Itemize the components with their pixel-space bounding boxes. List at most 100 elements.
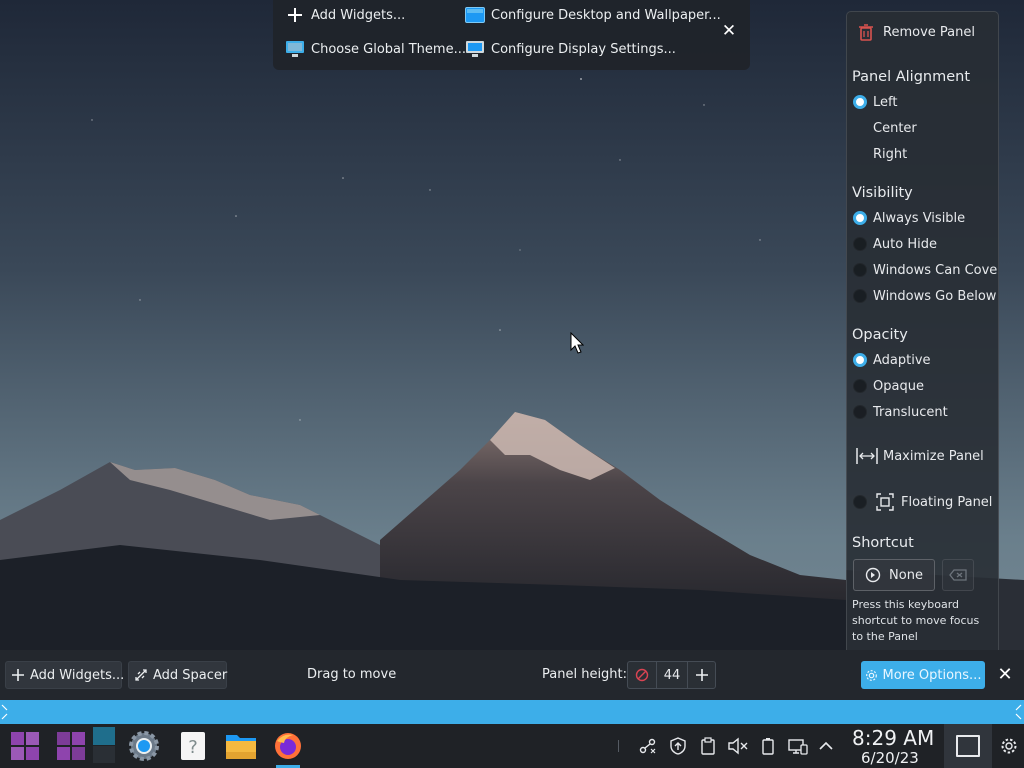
radio-indicator [853,237,867,251]
remove-panel-label: Remove Panel [883,24,975,40]
plus-icon [695,669,708,681]
battery-icon[interactable] [758,736,778,756]
clock-date[interactable]: 6/20/23 [861,749,919,767]
floating-panel-checkbox [853,495,867,509]
opacity-opaque-radio[interactable]: Opaque [853,376,924,396]
clear-shortcut-button[interactable] [942,559,974,591]
radio-indicator [853,289,867,303]
taskbar: ? 8:29 AM 6/20/23 [0,724,1024,768]
add-widgets-label: Add Widgets... [311,7,406,23]
panel-configure-gear-icon[interactable] [999,736,1019,756]
visibility-windows-go-below-radio[interactable]: Windows Go Below [853,286,996,306]
radio-indicator [853,147,867,161]
visibility-always-visible-radio[interactable]: Always Visible [853,208,965,228]
configure-desktop-label: Configure Desktop and Wallpaper... [491,7,721,23]
show-hidden-icons-icon[interactable] [816,736,836,756]
disabled-minus-icon [635,668,649,682]
maximize-panel-label: Maximize Panel [883,448,984,464]
add-spacer-button[interactable]: Add Spacer [128,661,227,689]
opacity-heading: Opacity [852,327,908,343]
application-launcher-icon[interactable] [9,730,41,762]
more-options-button[interactable]: More Options... [861,661,985,689]
shortcut-button[interactable]: None [853,559,935,591]
remove-panel-button[interactable]: Remove Panel [856,22,975,42]
radio-label: Auto Hide [873,236,937,252]
shortcut-value: None [889,567,923,583]
alignment-center-radio[interactable]: Center [853,118,917,138]
panel-settings-popup: Remove Panel Panel Alignment Left Center… [846,11,999,650]
radio-label: Left [873,94,898,110]
radio-indicator [853,405,867,419]
configure-display-settings-label: Configure Display Settings... [491,41,676,57]
radio-indicator [853,211,867,225]
show-desktop-button[interactable] [944,724,992,768]
firefox-icon[interactable] [272,730,304,762]
floating-panel-toggle[interactable]: Floating Panel [853,491,992,513]
visibility-windows-can-cover-radio[interactable]: Windows Can Cover [853,260,998,280]
radio-label: Adaptive [873,352,931,368]
pager-icon[interactable] [55,730,87,762]
shortcut-help-text: Press this keyboard shortcut to move foc… [852,598,980,643]
add-widgets-toolbar-button[interactable]: Add Widgets... [5,661,125,689]
radio-label: Opaque [873,378,924,394]
show-desktop-icon [956,735,980,757]
floating-panel-label: Floating Panel [901,494,993,510]
display-icon [465,40,485,58]
radio-label: Center [873,120,917,136]
gear-icon [865,669,878,682]
dolphin-file-manager-icon[interactable] [225,730,257,762]
decrease-height-button[interactable] [628,662,657,688]
resize-handle-right-icon[interactable] [1014,704,1022,720]
kde-connect-icon[interactable] [638,736,658,756]
clock-time[interactable]: 8:29 AM [852,726,934,750]
radio-label: Windows Go Below [873,288,997,304]
configure-desktop-button[interactable]: Configure Desktop and Wallpaper... [465,3,721,27]
panel-drag-handle[interactable] [0,700,1024,724]
network-icon[interactable] [788,736,808,756]
help-center-icon[interactable]: ? [177,730,209,762]
maximize-panel-button[interactable]: Maximize Panel [856,445,984,467]
resize-handle-left-icon[interactable] [1,704,9,720]
desktop-wallpaper-icon [465,6,485,24]
radio-indicator [853,379,867,393]
plus-icon [285,6,305,24]
radio-label: Always Visible [873,210,966,226]
visibility-auto-hide-radio[interactable]: Auto Hide [853,234,937,254]
panel-height-label: Panel height: [542,667,628,682]
system-settings-icon[interactable] [128,730,160,762]
alignment-right-radio[interactable]: Right [853,144,907,164]
maximize-panel-icon [856,446,878,466]
choose-global-theme-button[interactable]: Choose Global Theme... [285,37,466,61]
panel-edit-toolbar: Add Widgets... Add Spacer Drag to move P… [0,650,1024,700]
updates-icon[interactable] [668,736,688,756]
panel-height-value[interactable]: 44 [657,662,687,688]
alignment-left-radio[interactable]: Left [853,92,897,112]
radio-indicator [853,121,867,135]
increase-height-button[interactable] [687,662,715,688]
clipboard-icon[interactable] [698,736,718,756]
close-icon[interactable]: ✕ [719,20,739,42]
tray-separator [618,740,619,752]
panel-height-spinbox[interactable]: 44 [627,661,716,689]
drag-to-move-hint: Drag to move [307,667,397,682]
shortcut-heading: Shortcut [852,535,914,551]
volume-muted-icon[interactable] [728,736,748,756]
radio-label: Right [873,146,908,162]
opacity-translucent-radio[interactable]: Translucent [853,402,948,422]
svg-text:?: ? [188,737,198,758]
desktop-toolbox: Add Widgets... Configure Desktop and Wal… [273,0,750,70]
close-edit-mode-icon[interactable]: ✕ [995,663,1015,687]
configure-display-settings-button[interactable]: Configure Display Settings... [465,37,676,61]
spacer-icon [135,669,147,681]
add-spacer-label: Add Spacer [153,667,228,683]
add-widgets-button[interactable]: Add Widgets... [285,3,405,27]
keyboard-shortcut-icon [865,567,881,583]
mouse-cursor-icon [570,331,585,354]
edit-clear-icon [949,569,967,581]
pager-icon[interactable] [90,726,118,764]
more-options-label: More Options... [882,667,982,683]
add-widgets-label: Add Widgets... [30,667,125,683]
opacity-adaptive-radio[interactable]: Adaptive [853,350,931,370]
visibility-heading: Visibility [852,185,913,201]
radio-label: Translucent [873,404,948,420]
